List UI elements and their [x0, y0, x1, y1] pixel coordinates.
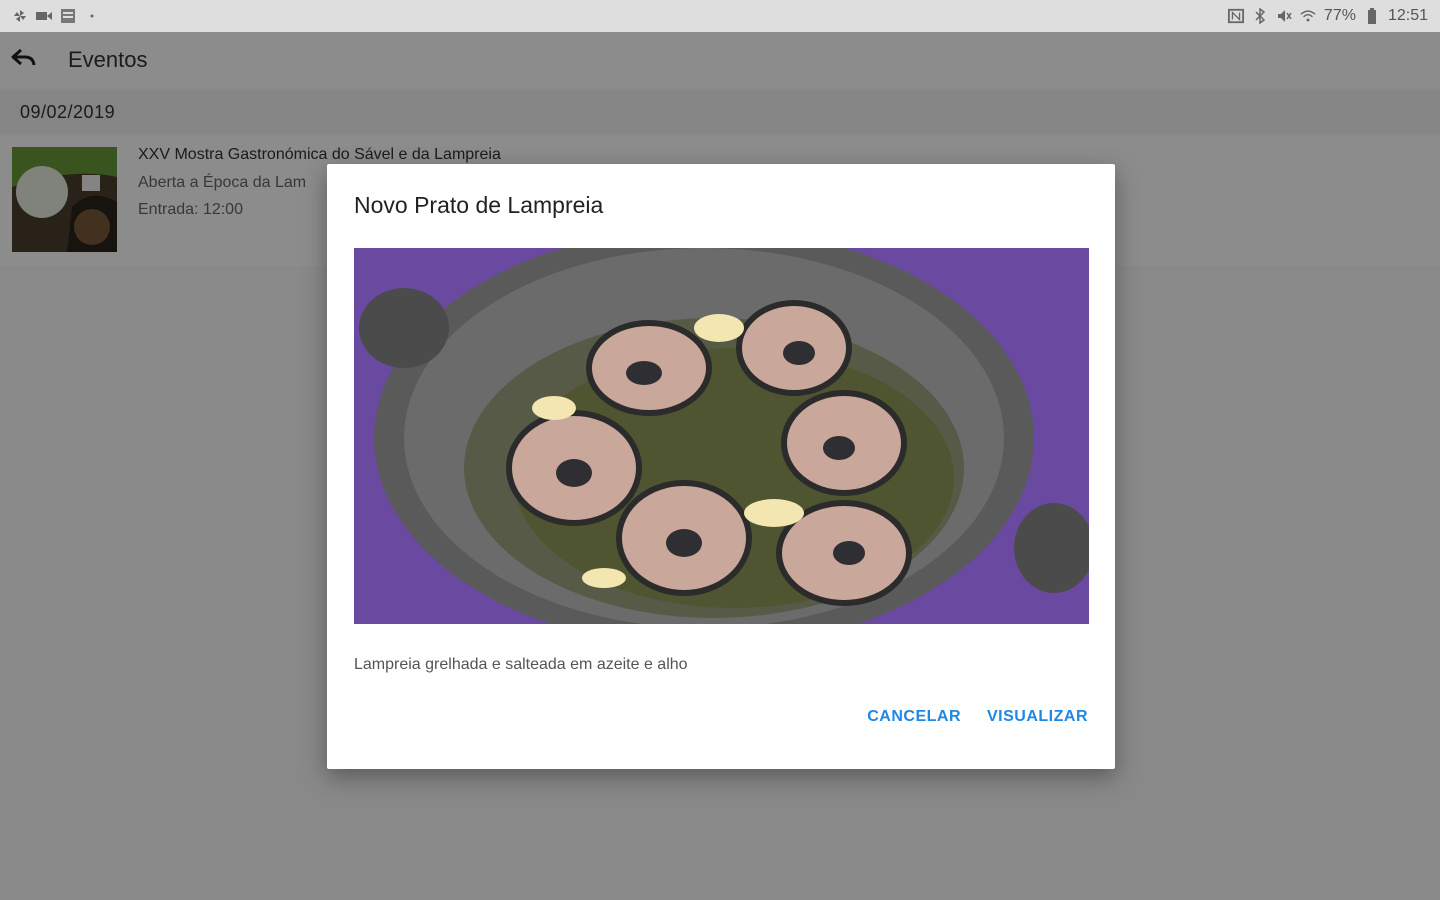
dialog-actions: CANCELAR VISUALIZAR	[867, 708, 1088, 726]
status-bar-left	[12, 8, 100, 24]
dialog-description: Lampreia grelhada e salteada em azeite e…	[354, 656, 688, 673]
clock: 12:51	[1387, 7, 1428, 24]
status-bar: 77% 12:51	[0, 0, 1440, 32]
battery-percent: 77%	[1323, 7, 1356, 24]
bluetooth-icon	[1252, 8, 1268, 24]
wifi-icon	[1300, 8, 1316, 24]
battery-icon	[1364, 8, 1380, 24]
lamprey-dish-photo	[354, 248, 1089, 624]
view-button[interactable]: VISUALIZAR	[987, 708, 1088, 726]
cancel-button[interactable]: CANCELAR	[867, 708, 961, 726]
dialog-title: Novo Prato de Lampreia	[354, 192, 604, 218]
gallery-icon	[60, 8, 76, 24]
dot-icon	[84, 8, 100, 24]
nfc-icon	[1227, 8, 1244, 24]
pinwheel-icon	[12, 8, 28, 24]
status-bar-right: 77% 12:51	[1227, 7, 1428, 25]
event-dialog: Novo Prato de Lampreia Lampreia grelhada…	[327, 164, 1115, 769]
video-icon	[36, 8, 52, 24]
mute-icon	[1276, 8, 1292, 24]
